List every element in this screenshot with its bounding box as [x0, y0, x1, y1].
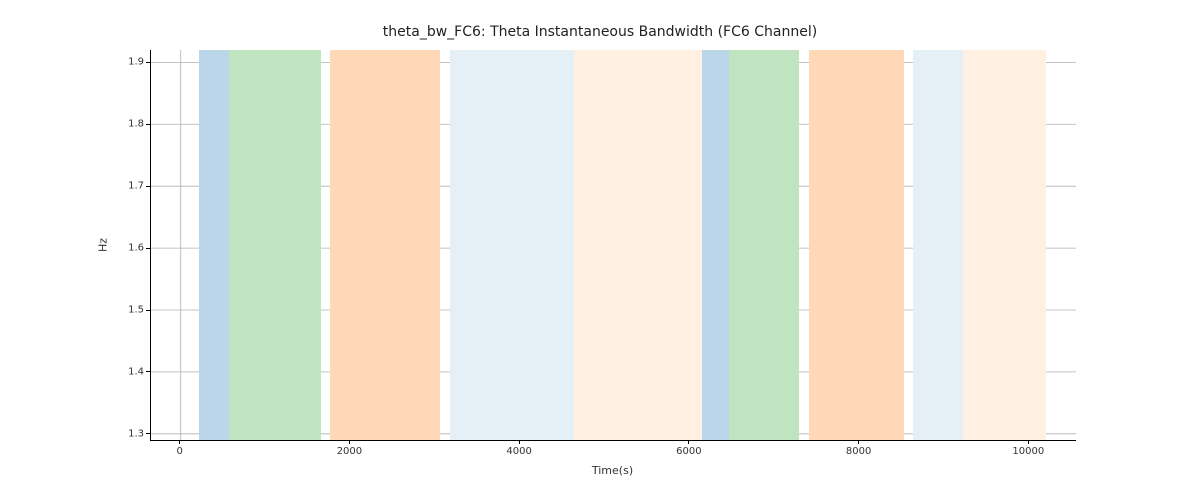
background-band [1029, 50, 1046, 440]
background-band [574, 50, 689, 440]
background-band [520, 50, 574, 440]
background-band [229, 50, 321, 440]
x-tick-label: 8000 [846, 446, 871, 457]
y-tick-label: 1.8 [104, 119, 144, 130]
plot-area [150, 50, 1076, 441]
background-band [450, 50, 520, 440]
x-axis-label: Time(s) [150, 464, 1075, 477]
background-band [330, 50, 350, 440]
chart-title: theta_bw_FC6: Theta Instantaneous Bandwi… [0, 24, 1200, 40]
background-band [199, 50, 229, 440]
y-tick-label: 1.4 [104, 366, 144, 377]
y-tick-label: 1.6 [104, 243, 144, 254]
y-tick-label: 1.5 [104, 305, 144, 316]
background-band [350, 50, 440, 440]
x-tick-label: 0 [177, 446, 183, 457]
figure: theta_bw_FC6: Theta Instantaneous Bandwi… [0, 0, 1200, 500]
axes: 0200040006000800010000 1.31.41.51.61.71.… [150, 50, 1075, 440]
x-tick-label: 6000 [676, 446, 701, 457]
y-tick-label: 1.3 [104, 428, 144, 439]
y-axis-label: Hz [97, 238, 110, 252]
background-band [809, 50, 860, 440]
x-tick-label: 4000 [506, 446, 531, 457]
y-tick-label: 1.9 [104, 57, 144, 68]
y-tick-label: 1.7 [104, 181, 144, 192]
background-band [913, 50, 963, 440]
background-band [860, 50, 904, 440]
x-tick-label: 10000 [1012, 446, 1044, 457]
background-band [729, 50, 799, 440]
background-band [690, 50, 702, 440]
background-band [702, 50, 729, 440]
background-band [963, 50, 1029, 440]
x-tick-label: 2000 [337, 446, 362, 457]
